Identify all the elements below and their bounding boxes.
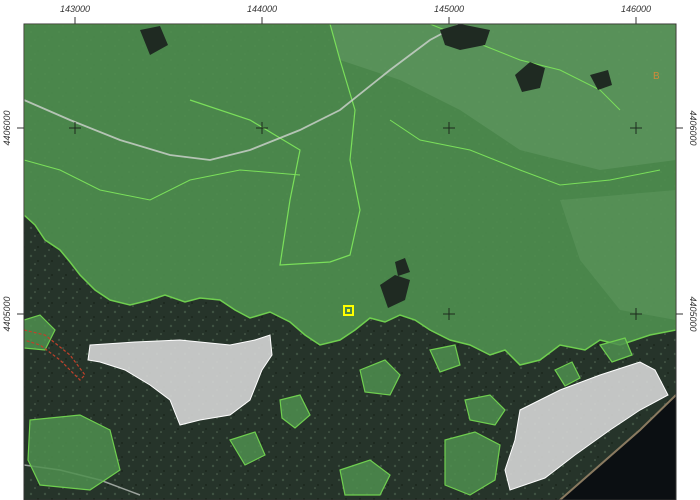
x-tick-label: 143000 — [60, 4, 90, 14]
x-tick-label: 146000 — [621, 4, 651, 14]
map-frame: B 143000 144000 145000 146000 4406000 44… — [0, 0, 700, 500]
x-tick-label: 145000 — [434, 4, 464, 14]
map-canvas[interactable]: B — [24, 24, 676, 500]
x-tick-label: 144000 — [247, 4, 277, 14]
y-tick-label-right: 4406000 — [688, 110, 698, 145]
y-tick-label-left: 4406000 — [2, 110, 12, 145]
location-marker-dot — [347, 309, 350, 312]
y-tick-label-right: 4405000 — [688, 296, 698, 331]
corner-label: B — [653, 71, 660, 82]
y-tick-label-left: 4405000 — [2, 296, 12, 331]
